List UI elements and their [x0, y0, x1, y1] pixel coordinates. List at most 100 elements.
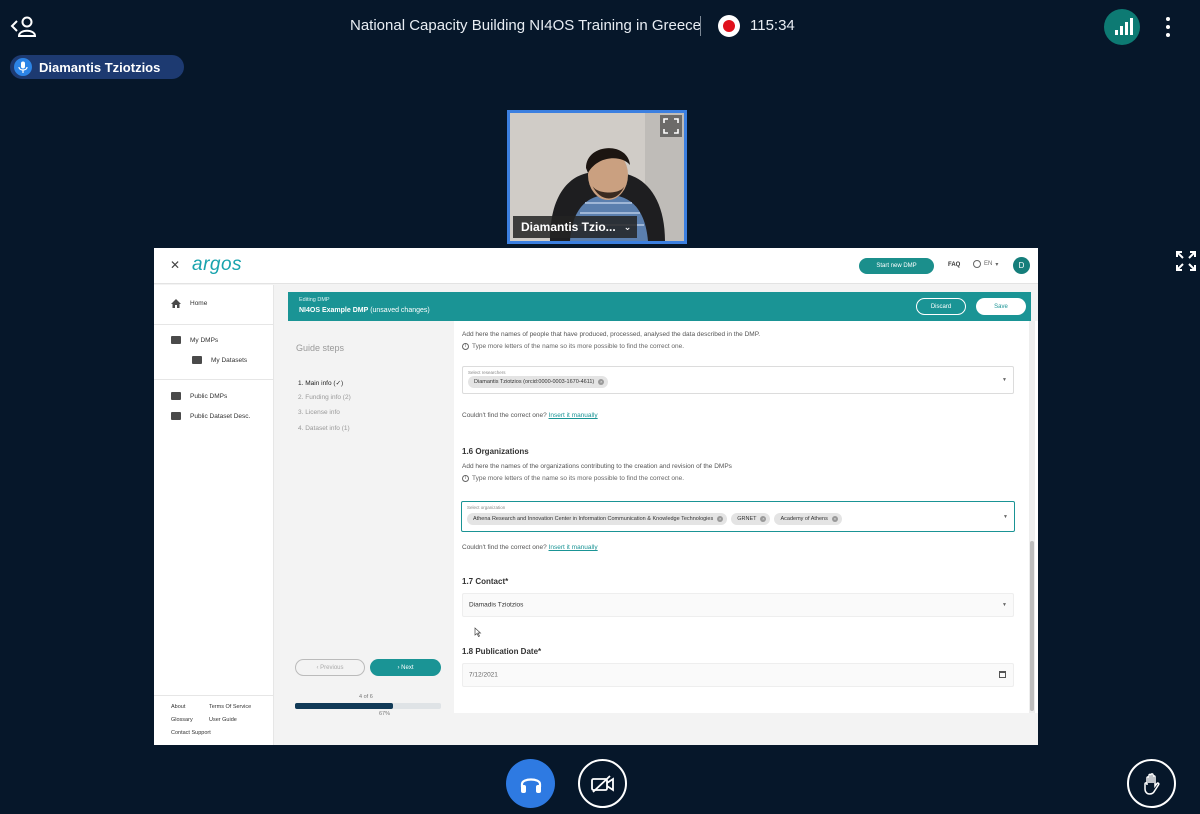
researchers-description: Add here the names of people that have p… [462, 331, 760, 338]
info-icon: i [462, 343, 469, 350]
fullscreen-icon[interactable] [1174, 249, 1198, 273]
dropdown-arrow-icon[interactable]: ▼ [1003, 514, 1008, 520]
dmp-list-icon [171, 336, 181, 344]
previous-button[interactable]: ‹ Previous [295, 659, 365, 676]
organization-chip[interactable]: Academy of Athens × [774, 513, 842, 525]
webcam-video-tile[interactable]: Diamantis Tzio... ⌄ [507, 110, 687, 244]
scrollbar-thumb[interactable] [1030, 541, 1034, 711]
contact-support-link[interactable]: Contact Support [171, 730, 211, 736]
sidebar-item-label: My DMPs [190, 336, 219, 344]
avatar[interactable]: D [1013, 257, 1030, 274]
organization-chip[interactable]: GRNET × [731, 513, 771, 525]
chevron-down-icon: ▾ [995, 261, 999, 268]
close-icon[interactable]: ✕ [170, 258, 180, 272]
divider [154, 695, 274, 696]
researcher-chip[interactable]: Diamantis Tziotzios (orcid:0000-0003-167… [468, 376, 609, 388]
divider [154, 324, 274, 325]
sidebar-item-my-datasets[interactable]: My Datasets [192, 356, 247, 364]
organization-chip[interactable]: Athena Research and Innovation Center in… [467, 513, 728, 525]
divider [154, 379, 274, 380]
organizations-hint: i Type more letters of the name so its mo… [462, 475, 684, 482]
recording-time: 115:34 [750, 17, 795, 34]
not-found-text: Couldn't find the correct one? Insert it… [462, 544, 598, 551]
presenter-name: Diamantis Tziotzios [39, 59, 161, 75]
expand-video-icon[interactable] [660, 115, 682, 137]
contact-title: 1.7 Contact* [462, 577, 509, 586]
about-link[interactable]: About [171, 704, 185, 710]
public-dataset-icon [171, 412, 181, 420]
guide-step-dataset-info[interactable]: 4. Dataset info (1) [298, 425, 350, 432]
publication-date-field[interactable]: 7/12/2021 [462, 663, 1014, 687]
recording-icon[interactable] [718, 15, 740, 37]
publication-date-title: 1.8 Publication Date* [462, 647, 542, 656]
field-label: Select organization [467, 505, 506, 510]
glossary-link[interactable]: Glossary [171, 717, 193, 723]
faq-link[interactable]: FAQ [948, 262, 960, 268]
sidebar-item-label: My Datasets [211, 356, 248, 364]
video-name-label[interactable]: Diamantis Tzio... ⌄ [513, 216, 637, 238]
chip-remove-icon: × [598, 379, 605, 385]
contact-select[interactable]: Diamadis Tziotzios ▼ [462, 593, 1014, 617]
hand-icon [1143, 772, 1160, 795]
researchers-hint: i Type more letters of the name so its mo… [462, 343, 684, 350]
microphone-icon [14, 58, 32, 76]
organizations-title: 1.6 Organizations [462, 447, 529, 456]
start-new-dmp-button[interactable]: Start new DMP [859, 258, 934, 274]
insert-manually-link[interactable]: Insert it manually [549, 412, 598, 419]
dropdown-arrow-icon[interactable]: ▼ [1002, 377, 1007, 383]
editing-label: Editing DMP [299, 297, 330, 303]
more-options-icon[interactable] [1156, 12, 1180, 42]
progress-percent: 67% [379, 711, 391, 717]
participants-icon[interactable] [10, 14, 38, 40]
progress-bar [295, 703, 441, 709]
scrollbar[interactable] [1029, 321, 1035, 713]
chip-remove-icon: × [760, 516, 767, 522]
dmp-form: Add here the names of people that have p… [454, 321, 1038, 713]
sidebar-item-label: Public Dataset Desc. [190, 412, 251, 420]
sidebar-item-home[interactable]: Home [171, 299, 207, 308]
sidebar-item-public-dmps[interactable]: Public DMPs [171, 392, 227, 400]
contact-value: Diamadis Tziotzios [469, 601, 524, 609]
home-icon [171, 299, 181, 308]
insert-manually-link[interactable]: Insert it manually [549, 544, 598, 551]
guide-step-funding-info[interactable]: 2. Funding info (2) [298, 394, 351, 401]
public-dmps-icon [171, 392, 181, 400]
sidebar: Home My DMPs My Datasets Public DMPs Pub… [154, 285, 274, 745]
argos-logo[interactable]: argos [192, 254, 242, 276]
connection-status-button[interactable] [1104, 9, 1140, 45]
discard-button[interactable]: Discard [916, 298, 966, 315]
sidebar-item-my-dmps[interactable]: My DMPs [171, 336, 218, 344]
terms-link[interactable]: Terms Of Service [209, 704, 251, 710]
next-button[interactable]: › Next [370, 659, 441, 676]
calendar-icon[interactable] [999, 671, 1006, 678]
audio-button[interactable] [506, 759, 555, 808]
user-guide-link[interactable]: User Guide [209, 717, 237, 723]
guide-steps-title: Guide steps [296, 343, 345, 353]
dataset-icon [192, 356, 202, 364]
guide-step-license-info[interactable]: 3. License info [298, 409, 340, 416]
progress-label: 4 of 6 [359, 694, 373, 700]
organizations-description: Add here the names of the organizations … [462, 463, 732, 470]
guide-step-main-info[interactable]: 1. Main info (✓) [298, 379, 343, 387]
chevron-down-icon: ⌄ [623, 221, 632, 232]
researchers-select[interactable]: Select researchers Diamantis Tziotzios (… [462, 366, 1014, 394]
mouse-cursor-icon [474, 627, 482, 637]
organizations-select[interactable]: Select organization Athena Research and … [461, 501, 1015, 532]
video-participant-name: Diamantis Tzio... [521, 220, 616, 234]
info-icon: i [462, 475, 469, 482]
sidebar-item-label: Home [190, 300, 208, 307]
sidebar-item-public-dataset-desc[interactable]: Public Dataset Desc. [171, 412, 250, 420]
title-divider [700, 16, 701, 36]
dmp-title: NI4OS Example DMP (unsaved changes) [299, 307, 430, 314]
camera-toggle-button[interactable] [578, 759, 627, 808]
signal-icon [1115, 18, 1133, 35]
raise-hand-button[interactable] [1127, 759, 1176, 808]
save-button[interactable]: Save [976, 298, 1026, 315]
dropdown-arrow-icon[interactable]: ▼ [1002, 602, 1007, 608]
presenter-tag[interactable]: Diamantis Tziotzios [10, 55, 184, 79]
not-found-text: Couldn't find the correct one? Insert it… [462, 412, 598, 419]
field-label: Select researchers [468, 370, 506, 375]
editing-dmp-bar: Editing DMP NI4OS Example DMP (unsaved c… [288, 292, 1031, 321]
language-selector[interactable]: EN ▾ [973, 260, 998, 268]
meeting-top-bar: National Capacity Building NI4OS Trainin… [0, 0, 1200, 54]
